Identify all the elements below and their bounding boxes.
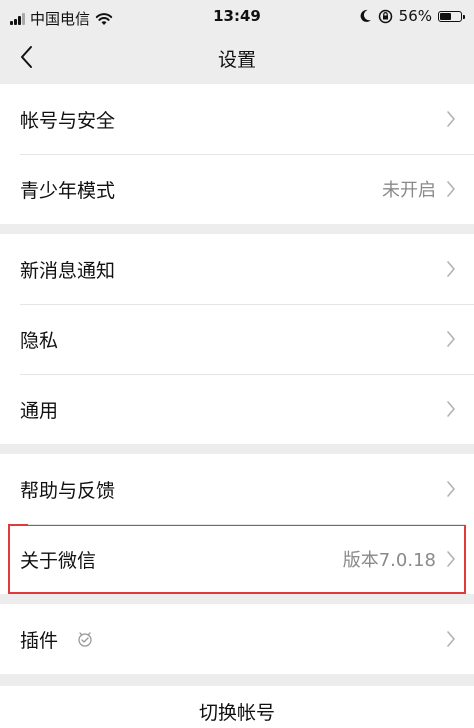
battery-percent: 56% — [398, 7, 432, 25]
settings-item-label: 青少年模式 — [20, 179, 116, 202]
settings-item-label: 通用 — [20, 399, 59, 422]
nav-bar: 设置 — [0, 34, 474, 80]
settings-item-general[interactable]: 通用 — [0, 374, 474, 444]
row-right — [446, 480, 456, 498]
chevron-right-icon — [447, 261, 455, 277]
battery-fill — [440, 12, 451, 20]
plugin-icon — [78, 632, 92, 647]
battery-icon — [438, 10, 465, 22]
rotation-lock-icon — [378, 9, 392, 23]
settings-group-plugins: 插件 — [0, 604, 474, 674]
switch-account-button[interactable]: 切换帐号 — [0, 686, 474, 728]
settings-screen: 中国电信 13:49 56% 设置 帐号与安全 青少年模式 未开启 新消息通知 … — [0, 0, 474, 728]
settings-item-label: 帮助与反馈 — [20, 479, 116, 502]
settings-item-label: 插件 — [20, 629, 59, 652]
chevron-right-icon — [447, 481, 455, 497]
settings-item-about-wechat[interactable]: 关于微信 版本7.0.18 — [8, 524, 466, 594]
row-right — [446, 400, 456, 418]
settings-group-account: 帐号与安全 青少年模式 未开启 — [0, 84, 474, 224]
status-right: 56% — [359, 7, 465, 25]
settings-item-help-feedback[interactable]: 帮助与反馈 — [0, 454, 474, 524]
settings-item-notifications[interactable]: 新消息通知 — [0, 234, 474, 304]
chevron-right-icon — [447, 181, 455, 197]
settings-item-privacy[interactable]: 隐私 — [0, 304, 474, 374]
settings-item-label: 关于微信 — [20, 549, 97, 572]
chevron-right-icon — [447, 111, 455, 127]
moon-icon — [360, 9, 371, 22]
settings-item-teen-mode[interactable]: 青少年模式 未开启 — [0, 154, 474, 224]
settings-group-help: 帮助与反馈 关于微信 版本7.0.18 — [0, 454, 474, 594]
row-right — [446, 330, 456, 348]
row-right — [446, 260, 456, 278]
row-right: 未开启 — [382, 176, 456, 202]
chevron-right-icon — [447, 551, 455, 567]
teen-mode-status: 未开启 — [382, 180, 436, 201]
settings-group-general: 新消息通知 隐私 通用 — [0, 234, 474, 444]
settings-item-plugins[interactable]: 插件 — [0, 604, 474, 674]
settings-item-label: 新消息通知 — [20, 259, 116, 282]
version-label: 版本7.0.18 — [342, 550, 436, 571]
settings-item-label: 帐号与安全 — [20, 109, 116, 132]
row-right — [446, 630, 456, 648]
settings-item-account-security[interactable]: 帐号与安全 — [0, 84, 474, 154]
chevron-right-icon — [447, 401, 455, 417]
chevron-right-icon — [447, 631, 455, 647]
page-title: 设置 — [217, 49, 256, 71]
status-bar: 中国电信 13:49 56% — [0, 0, 474, 34]
chevron-right-icon — [447, 331, 455, 347]
settings-item-label: 隐私 — [20, 329, 59, 352]
row-right: 版本7.0.18 — [343, 546, 456, 572]
row-right — [446, 110, 456, 128]
